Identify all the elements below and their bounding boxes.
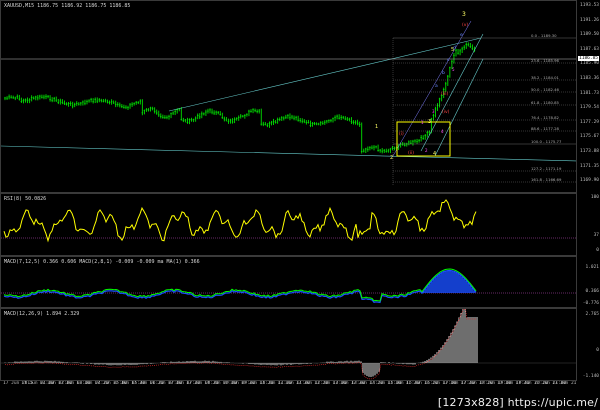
macd-fast-axis-mid: 0.366 <box>585 289 599 294</box>
price-axis-tick: 1193.53 <box>580 3 599 8</box>
rsi-axis-mid: 37 <box>593 233 599 238</box>
fib-level-label: 61.8 - 1180.85 <box>531 100 560 105</box>
price-chart-canvas: 0.0 - 1189.30 23.6 - 1185.96 38.2 - 1184.0… <box>1 11 576 186</box>
price-axis-tick: 1185.90 <box>580 61 599 67</box>
wave-label-iv: (iv) <box>442 109 450 115</box>
macd-fast-axis: 1.021 0.366 -0.776 <box>577 256 600 308</box>
macd-slow-canvas <box>1 309 576 380</box>
macd-slow-axis: 2.765 0 -1.140 <box>577 308 600 381</box>
wave-label-i: (i) <box>399 131 404 137</box>
wave-label-a: a <box>435 84 438 89</box>
wave-label-4: 4 <box>433 151 436 157</box>
wave-label-big-3: 3 <box>462 11 466 18</box>
macd-fast-axis-high: 1.021 <box>585 265 599 270</box>
wave-label-sub: 2 <box>425 148 428 153</box>
rsi-axis-low: 0 <box>596 248 599 253</box>
rsi-canvas <box>1 199 576 243</box>
rsi-axis-high: 100 <box>590 195 599 200</box>
fib-level-label: 88.6 - 1177.28 <box>531 126 560 131</box>
wave-label-2: 2 <box>390 155 393 161</box>
wave-label-ii: (ii) <box>408 150 414 156</box>
fib-level-label: 100.0 - 1175.77 <box>531 139 562 144</box>
price-axis-tick: 1189.50 <box>580 32 599 38</box>
price-chart-pane[interactable]: XAUUSD,M15 1186.75 1186.92 1186.75 1186.… <box>0 0 577 193</box>
price-axis-tick: 1179.54 <box>580 105 599 111</box>
wave-label-b: b <box>442 70 445 76</box>
wave-label-v: (v) <box>462 22 468 28</box>
fib-level-label: 23.6 - 1185.96 <box>531 58 560 63</box>
rsi-line <box>3 199 477 243</box>
macd-slow-pane[interactable]: MACD(12,26,9) 1.894 2.329 <box>0 308 577 381</box>
fib-level-label: 38.2 - 1184.01 <box>531 75 560 80</box>
macd-fast-signal-line <box>3 269 477 304</box>
price-axis-tick: 1181.73 <box>580 90 599 96</box>
time-axis-tick: 17 Jun 21:40 <box>552 381 577 386</box>
lower-trendline <box>1 145 576 162</box>
fib-level-label: 0.0 - 1189.30 <box>531 33 557 38</box>
macd-fast-canvas <box>1 268 576 304</box>
fib-level-label: 127.2 - 1171.19 <box>531 166 562 171</box>
fib-level-label: 50.0 - 1182.46 <box>531 87 560 92</box>
macd-fast-pane[interactable]: MACD(7,12,5) 0.366 0.606 MACD(2,8,1) -0.… <box>0 256 577 308</box>
wave-label-3: 3 <box>428 119 431 125</box>
fib-level-label: 76.4 - 1178.82 <box>531 115 560 120</box>
price-axis-tick: 1183.36 <box>580 76 599 81</box>
price-axis-tick: 1177.29 <box>580 119 599 125</box>
wave-label-sub: 4 <box>441 129 444 134</box>
macd-slow-axis-mid: 0 <box>596 348 599 353</box>
macd-slow-signal-line <box>4 309 477 380</box>
price-axis-tick: 1173.88 <box>580 149 599 154</box>
price-axis-tick: 1171.35 <box>580 163 599 169</box>
price-axis-tick: 1191.26 <box>580 17 599 23</box>
rsi-pane[interactable]: RSI(8) 50.0826 <box>0 193 577 256</box>
macd-slow-axis-low: -1.140 <box>582 374 599 379</box>
rsi-axis: 100 37 0 <box>577 193 600 256</box>
wave-label-sub: 3 <box>432 109 435 114</box>
wave-label-iii: (iii) <box>441 91 449 97</box>
wave-impulse-line <box>392 20 472 157</box>
wave-label-sub: 5 <box>452 67 455 72</box>
macd-slow-axis-high: 2.765 <box>585 312 599 317</box>
price-axis-tick: 1187.63 <box>580 46 599 52</box>
wave-label-e: e <box>460 33 463 38</box>
macd-fast-axis-low: -0.776 <box>582 301 599 306</box>
fib-level-label: 161.8 - 1166.69 <box>531 177 562 182</box>
current-price-marker: 1186.85 <box>578 56 599 61</box>
watermark: [1273x828] https://upic.me/ <box>437 396 598 409</box>
wave-label-1: 1 <box>375 124 378 130</box>
wave-label-d: d <box>453 45 456 51</box>
price-axis-tick: 1169.90 <box>580 178 599 184</box>
price-axis-tick: 1175.67 <box>580 134 599 140</box>
time-axis: 17 Jun 2015 17 Jun 01:00 17 Jun 02:00 17 Ju… <box>0 381 577 391</box>
price-axis: 1193.53 1191.26 1189.50 1187.63 1185.90 1183.… <box>577 0 600 193</box>
upper-trendline <box>168 37 482 112</box>
